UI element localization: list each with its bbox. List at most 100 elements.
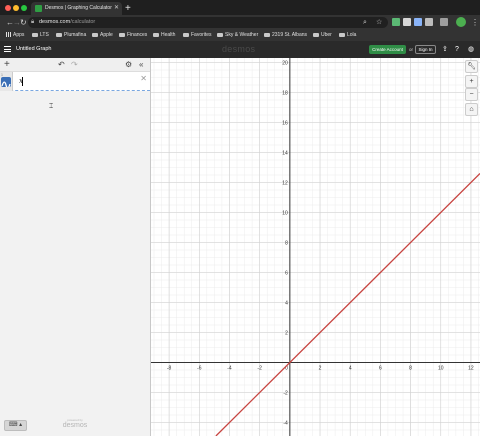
y-tick-label: 10 bbox=[282, 211, 288, 217]
reload-icon[interactable]: ↻ bbox=[20, 15, 27, 30]
bookmark-item[interactable]: 2319 St. Albans bbox=[264, 30, 307, 41]
expression-toolbar: + ↶ ↷ ⚙ « bbox=[0, 58, 150, 72]
y-tick-label: 14 bbox=[282, 151, 288, 157]
zoom-window-button[interactable] bbox=[21, 5, 27, 11]
browser-tab-strip: Desmos | Graphing Calculator ✕ + bbox=[0, 0, 480, 15]
url-host: desmos.com bbox=[39, 19, 71, 25]
zoom-out-button[interactable]: − bbox=[465, 88, 478, 101]
expression-tab[interactable]: 1 bbox=[0, 72, 13, 91]
zoom-icon[interactable]: ⌕ bbox=[363, 15, 367, 30]
y-tick-label: -4 bbox=[283, 421, 288, 427]
redo-icon[interactable]: ↷ bbox=[71, 58, 78, 72]
x-tick-label: -6 bbox=[197, 366, 202, 372]
y-tick-label: 18 bbox=[282, 91, 288, 97]
bookmark-item[interactable]: Sky & Weather bbox=[217, 30, 258, 41]
settings-gear-icon[interactable]: ⚙ bbox=[125, 58, 132, 72]
x-tick-label: 4 bbox=[349, 366, 352, 372]
profile-avatar[interactable] bbox=[456, 17, 466, 27]
folder-icon bbox=[313, 32, 319, 37]
home-view-icon[interactable]: ⌂ bbox=[465, 103, 478, 116]
graph-paper[interactable]: -8 -6 -4 -2 2 4 6 8 10 12 -4 -2 2 4 6 8 10 12 14 16 18 20 0 bbox=[151, 58, 480, 436]
create-account-button[interactable]: Create Account bbox=[369, 45, 406, 54]
bookmark-item[interactable]: Lola bbox=[339, 30, 356, 41]
bookmark-item[interactable]: Apple bbox=[92, 30, 113, 41]
folder-icon bbox=[339, 32, 345, 37]
graph-title[interactable]: Untitled Graph bbox=[16, 41, 51, 58]
help-icon[interactable]: ? bbox=[455, 41, 459, 58]
collapse-panel-icon[interactable]: « bbox=[139, 58, 143, 72]
delete-expression-icon[interactable]: ✕ bbox=[140, 72, 147, 86]
plot-line-y-equals-x bbox=[215, 173, 480, 436]
bookmark-item[interactable]: Health bbox=[153, 30, 175, 41]
folder-icon bbox=[119, 32, 125, 37]
folder-icon bbox=[92, 32, 98, 37]
y-tick-label: 4 bbox=[285, 301, 288, 307]
share-icon[interactable]: ⇪ bbox=[442, 41, 448, 58]
y-tick-label: -2 bbox=[283, 391, 288, 397]
apps-icon bbox=[6, 32, 11, 38]
y-tick-label: 12 bbox=[282, 181, 288, 187]
browser-menu-icon[interactable]: ⋮ bbox=[471, 15, 479, 30]
new-tab-button[interactable]: + bbox=[125, 2, 131, 15]
bookmark-apps[interactable]: Apps bbox=[6, 30, 24, 41]
add-item-button[interactable]: + bbox=[4, 58, 10, 72]
x-tick-label: 10 bbox=[438, 366, 444, 372]
address-bar[interactable]: 🔒︎ desmos.com/calculator bbox=[28, 17, 388, 28]
powered-by-desmos: powered by desmos bbox=[62, 418, 88, 429]
graph-canvas[interactable]: -8 -6 -4 -2 2 4 6 8 10 12-4-224681012141618200 bbox=[151, 58, 480, 436]
language-globe-icon[interactable]: ◍ bbox=[468, 41, 474, 58]
folder-icon bbox=[217, 32, 223, 37]
keypad-toggle-button[interactable]: ⌨ ▴ bbox=[4, 420, 27, 431]
text-caret bbox=[22, 77, 23, 86]
x-tick-label: -2 bbox=[257, 366, 262, 372]
browser-tab[interactable]: Desmos | Graphing Calculator ✕ bbox=[31, 2, 122, 15]
expression-panel: + ↶ ↷ ⚙ « 1 x ✕ ⌶ ⌨ ▴ powered by desmos bbox=[0, 58, 151, 436]
folder-icon bbox=[32, 32, 38, 37]
expression-row[interactable]: 1 x ✕ bbox=[0, 72, 150, 91]
mouse-cursor-icon: ⌶ bbox=[49, 103, 54, 110]
bookmark-item[interactable]: Favorites bbox=[183, 30, 212, 41]
folder-icon bbox=[183, 32, 189, 37]
bookmark-item[interactable]: Uber bbox=[313, 30, 332, 41]
x-tick-label: 6 bbox=[379, 366, 382, 372]
x-tick-label: 12 bbox=[468, 366, 474, 372]
x-tick-label: -4 bbox=[227, 366, 232, 372]
url-path: /calculator bbox=[70, 19, 96, 25]
sign-in-button[interactable]: Sign In bbox=[415, 45, 436, 54]
bookmark-item[interactable]: Plumafina bbox=[56, 30, 86, 41]
x-tick-label: 2 bbox=[319, 366, 322, 372]
bookmark-item[interactable]: Finances bbox=[119, 30, 147, 41]
extension-icon[interactable] bbox=[440, 18, 448, 26]
desmos-header: Untitled Graph desmos Create Account or … bbox=[0, 41, 480, 58]
y-tick-label: 6 bbox=[285, 271, 288, 277]
minimize-window-button[interactable] bbox=[13, 5, 19, 11]
tab-close-icon[interactable]: ✕ bbox=[114, 2, 119, 15]
browser-toolbar: ← → ↻ 🔒︎ desmos.com/calculator ⌕ ☆ ⋮ bbox=[0, 15, 480, 30]
or-label: or bbox=[409, 47, 414, 52]
folder-icon bbox=[153, 32, 159, 37]
desmos-logo: desmos bbox=[222, 44, 256, 54]
close-window-button[interactable] bbox=[5, 5, 11, 11]
zoom-in-button[interactable]: + bbox=[465, 75, 478, 88]
extension-icon[interactable] bbox=[414, 18, 422, 26]
y-tick-label: 8 bbox=[285, 241, 288, 247]
undo-icon[interactable]: ↶ bbox=[58, 58, 65, 72]
extension-icon[interactable] bbox=[403, 18, 411, 26]
folder-icon bbox=[56, 32, 62, 37]
y-tick-label: 20 bbox=[282, 61, 288, 67]
tab-title: Desmos | Graphing Calculator bbox=[45, 5, 112, 11]
graph-settings-wrench-icon[interactable]: 🔧︎ bbox=[465, 60, 478, 73]
desmos-favicon-icon bbox=[35, 5, 42, 12]
x-tick-label: -8 bbox=[167, 366, 172, 372]
extension-icon[interactable] bbox=[392, 18, 400, 26]
y-tick-label: 2 bbox=[285, 331, 288, 337]
extension-icon[interactable] bbox=[425, 18, 433, 26]
x-tick-label: 8 bbox=[409, 366, 412, 372]
hamburger-menu-icon[interactable] bbox=[4, 46, 11, 52]
bookmarks-bar: Apps LTS Plumafina Apple Finances Health… bbox=[0, 30, 480, 41]
expression-color-icon[interactable] bbox=[1, 77, 11, 87]
bookmark-item[interactable]: LTS bbox=[32, 30, 49, 41]
folder-icon bbox=[264, 32, 270, 37]
bookmark-star-icon[interactable]: ☆ bbox=[376, 15, 382, 30]
lock-icon: 🔒︎ bbox=[31, 19, 35, 25]
